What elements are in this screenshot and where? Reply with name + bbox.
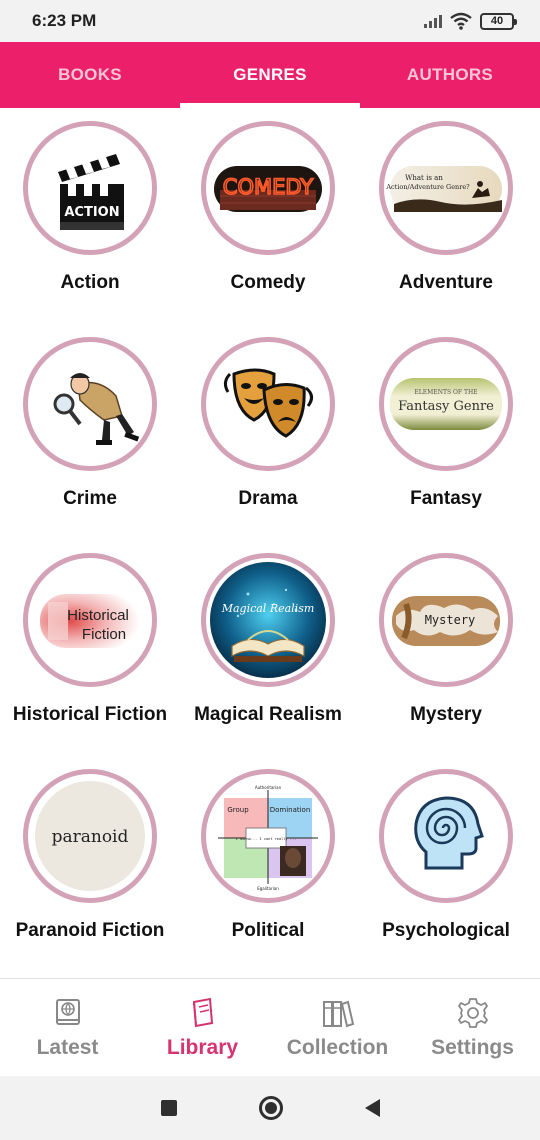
genre-label: Paranoid Fiction bbox=[15, 920, 165, 941]
bookshelf-icon bbox=[322, 1000, 354, 1027]
historical-art-text: Historical bbox=[67, 607, 129, 624]
genre-label: Crime bbox=[63, 488, 117, 509]
book-icon bbox=[192, 997, 213, 1027]
action-art-text: ACTION bbox=[64, 205, 119, 220]
historical-fiction-icon: Historical Fiction bbox=[23, 553, 157, 687]
genre-crime[interactable]: Crime bbox=[0, 324, 180, 540]
genre-adventure[interactable]: What is an Action/Adventure Genre? Adven… bbox=[356, 108, 536, 324]
paranoid-text-icon: paranoid bbox=[23, 769, 157, 903]
paranoid-art-text: paranoid bbox=[52, 827, 129, 847]
torn-paper-icon: Mystery bbox=[379, 553, 513, 687]
battery-icon: 40 bbox=[480, 12, 517, 30]
nav-settings[interactable]: Settings bbox=[405, 979, 540, 1076]
genre-fantasy[interactable]: ELEMENTS OF THE Fantasy Genre Fantasy bbox=[356, 324, 536, 540]
wifi-icon bbox=[450, 12, 472, 30]
genre-drama[interactable]: Drama bbox=[178, 324, 358, 540]
adventure-art-text: What is an bbox=[405, 174, 443, 182]
tab-books[interactable]: BOOKS bbox=[0, 42, 180, 108]
genre-historical-fiction[interactable]: Historical Fiction Historical Fiction bbox=[0, 540, 180, 756]
genre-psychological[interactable]: Psychological bbox=[356, 756, 536, 972]
signal-icon bbox=[424, 14, 442, 28]
nav-label: Settings bbox=[431, 1035, 514, 1059]
fantasy-art-text: Fantasy Genre bbox=[398, 399, 494, 414]
genre-label: Drama bbox=[238, 488, 298, 509]
genre-label: Political bbox=[231, 920, 305, 941]
nav-label: Collection bbox=[286, 1035, 389, 1059]
spiral-head-icon bbox=[379, 769, 513, 903]
genre-magical-realism[interactable]: Magical Realism Magical Realism bbox=[178, 540, 358, 756]
tab-label: GENRES bbox=[233, 65, 307, 84]
comedy-sign-icon: COMEDY bbox=[201, 121, 335, 255]
battery-level: 40 bbox=[490, 15, 504, 27]
tab-label: BOOKS bbox=[58, 65, 122, 84]
gear-icon bbox=[457, 997, 488, 1028]
genre-action[interactable]: ACTION Action bbox=[0, 108, 180, 324]
adventure-art-text: Action/Adventure Genre? bbox=[386, 183, 470, 191]
tab-genres[interactable]: GENRES bbox=[180, 42, 360, 108]
status-time: 6:23 PM bbox=[32, 11, 97, 30]
magic-book-icon: Magical Realism bbox=[201, 553, 335, 687]
political-art-text: I dunno... I cant really ... bbox=[236, 837, 297, 841]
genre-label: Mystery bbox=[410, 704, 482, 725]
tab-label: AUTHORS bbox=[406, 65, 494, 84]
genre-label: Action bbox=[60, 272, 120, 293]
status-bar: 6:23 PM 40 bbox=[0, 0, 540, 42]
political-art-text: Domination bbox=[270, 806, 311, 814]
adventure-banner-icon: What is an Action/Adventure Genre? bbox=[379, 121, 513, 255]
comedy-art-text: COMEDY bbox=[223, 175, 314, 199]
political-art-text: Authoritarian bbox=[255, 785, 282, 790]
tab-authors[interactable]: AUTHORS bbox=[360, 42, 540, 108]
back-button[interactable] bbox=[364, 1099, 380, 1117]
genre-label: Psychological bbox=[382, 920, 510, 941]
genre-comedy[interactable]: COMEDY Comedy bbox=[178, 108, 358, 324]
nav-label: Library bbox=[166, 1035, 239, 1059]
genre-label: Adventure bbox=[399, 272, 493, 293]
genre-label: Fantasy bbox=[410, 488, 482, 509]
book-globe-icon bbox=[55, 998, 80, 1025]
genre-grid: ACTION Action COMEDY Comedy What is an A… bbox=[0, 108, 540, 976]
fantasy-art-text: ELEMENTS OF THE bbox=[414, 389, 477, 396]
magical-art-text: Magical Realism bbox=[221, 602, 315, 615]
nav-label: Latest bbox=[36, 1035, 99, 1059]
theater-masks-icon bbox=[201, 337, 335, 471]
home-button[interactable] bbox=[258, 1096, 283, 1120]
system-nav-bar bbox=[0, 1076, 540, 1140]
tab-bar: BOOKS GENRES AUTHORS bbox=[0, 42, 540, 108]
recents-button[interactable] bbox=[160, 1100, 177, 1116]
nav-collection[interactable]: Collection bbox=[270, 979, 405, 1076]
nav-library[interactable]: Library bbox=[135, 979, 270, 1076]
nav-latest[interactable]: Latest bbox=[0, 979, 135, 1076]
genre-political[interactable]: Authoritarian Group Domination I dunno..… bbox=[178, 756, 358, 972]
genre-label: Comedy bbox=[230, 272, 306, 293]
fantasy-banner-icon: ELEMENTS OF THE Fantasy Genre bbox=[379, 337, 513, 471]
political-art-text: Egalitarian bbox=[257, 886, 279, 891]
clapperboard-icon: ACTION bbox=[23, 121, 157, 255]
historical-art-text: Fiction bbox=[82, 626, 126, 643]
status-icons: 40 bbox=[424, 12, 517, 30]
political-art-text: Group bbox=[227, 806, 249, 814]
genre-paranoid-fiction[interactable]: paranoid Paranoid Fiction bbox=[0, 756, 180, 972]
genre-label: Historical Fiction bbox=[12, 704, 168, 725]
genre-label: Magical Realism bbox=[194, 704, 342, 725]
political-compass-icon: Authoritarian Group Domination I dunno..… bbox=[201, 769, 335, 903]
bottom-nav: Latest Library Collection Settings bbox=[0, 978, 540, 1076]
detective-icon bbox=[23, 337, 157, 471]
genre-mystery[interactable]: Mystery Mystery bbox=[356, 540, 536, 756]
mystery-art-text: Mystery bbox=[425, 613, 476, 627]
